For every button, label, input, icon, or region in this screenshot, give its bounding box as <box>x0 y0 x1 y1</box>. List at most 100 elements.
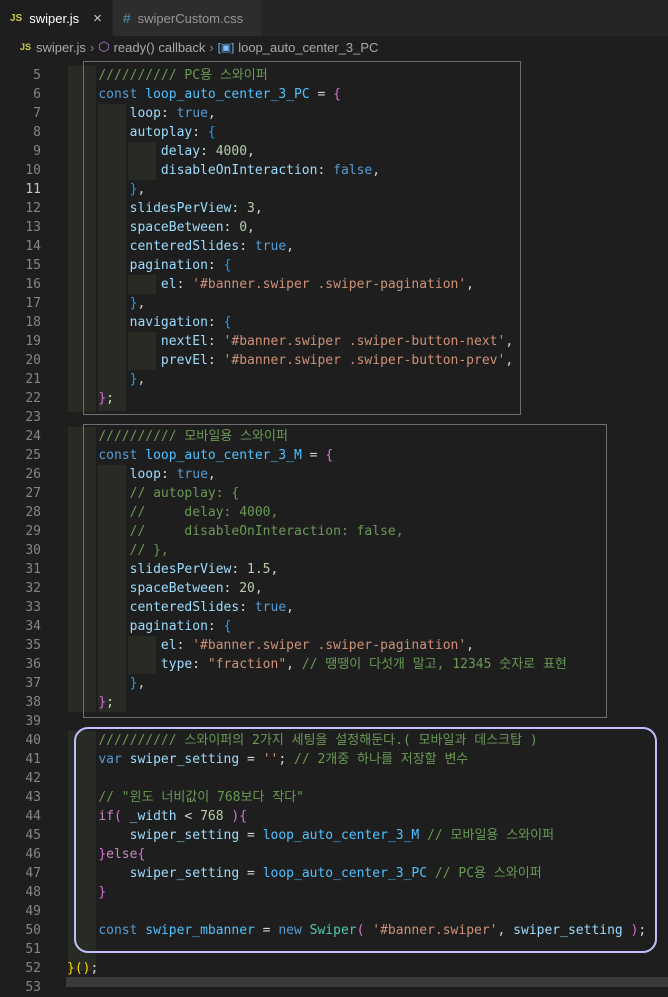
breadcrumb-function[interactable]: ready() callback <box>114 40 206 55</box>
code-line[interactable]: slidesPerView: 3, <box>67 199 668 218</box>
line-number: 20 <box>25 353 41 368</box>
code-line[interactable]: if( _width < 768 ){ <box>67 807 668 826</box>
code-line[interactable]: const loop_auto_center_3_PC = { <box>67 85 668 104</box>
line-number: 24 <box>25 429 41 444</box>
line-number: 50 <box>25 923 41 938</box>
code-line[interactable]: // }, <box>67 541 668 560</box>
tab-swipercustom-css[interactable]: # swiperCustom.css <box>112 0 263 36</box>
code-line[interactable]: // disableOnInteraction: false, <box>67 522 668 541</box>
code-line[interactable]: delay: 4000, <box>67 142 668 161</box>
line-number: 31 <box>25 562 41 577</box>
breadcrumb-symbol[interactable]: loop_auto_center_3_PC <box>238 40 378 55</box>
code-line[interactable]: ////////// 모바일용 스와이퍼 <box>67 427 668 446</box>
code-token: '#banner.swiper .swiper-button-next' <box>223 334 506 349</box>
code-line[interactable]: }else{ <box>67 845 668 864</box>
code-line[interactable]: pagination: { <box>67 617 668 636</box>
code-line[interactable]: el: '#banner.swiper .swiper-pagination', <box>67 636 668 655</box>
code-line[interactable]: loop: true, <box>67 465 668 484</box>
code-line[interactable] <box>67 902 668 921</box>
code-line[interactable]: swiper_setting = loop_auto_center_3_M //… <box>67 826 668 845</box>
code-token: : <box>207 619 224 634</box>
chevron-right-icon: › <box>209 39 214 55</box>
code-line[interactable]: }; <box>67 389 668 408</box>
code-line[interactable] <box>67 712 668 731</box>
code-token: , <box>137 372 146 387</box>
code-token: , <box>207 467 216 482</box>
code-line[interactable]: pagination: { <box>67 256 668 275</box>
close-icon[interactable]: × <box>93 10 102 27</box>
code-line[interactable]: centeredSlides: true, <box>67 237 668 256</box>
code-line[interactable]: ////////// PC용 스와이퍼 <box>67 66 668 85</box>
code-token: : <box>192 125 208 140</box>
code-token: { <box>223 258 232 273</box>
code-line[interactable]: // "윈도 너비값이 768보다 작다" <box>67 788 668 807</box>
code-token: { <box>137 847 146 862</box>
code-line[interactable]: }, <box>67 370 668 389</box>
code-editor[interactable]: 5 6 7 8 9 10 11 12 13 14 15 16 17 18 19 20 21 22 23 24 25 26 2… <box>0 61 668 995</box>
code-line[interactable] <box>67 408 668 427</box>
code-lines[interactable]: ////////// PC용 스와이퍼 const loop_auto_cent… <box>67 66 668 997</box>
code-token: _width <box>129 809 177 824</box>
code-line[interactable]: const swiper_mbanner = new Swiper( '#ban… <box>67 921 668 940</box>
line-number: 17 <box>25 296 41 311</box>
line-number: 53 <box>25 980 41 995</box>
code-line[interactable] <box>67 940 668 959</box>
code-line[interactable]: disableOnInteraction: false, <box>67 161 668 180</box>
tab-swiper-js[interactable]: JS swiper.js × <box>0 0 113 36</box>
code-line[interactable]: autoplay: { <box>67 123 668 142</box>
code-line[interactable]: swiper_setting = loop_auto_center_3_PC /… <box>67 864 668 883</box>
code-token: 3 <box>247 201 255 216</box>
code-line[interactable]: // delay: 4000, <box>67 503 668 522</box>
code-line[interactable]: spaceBetween: 20, <box>67 579 668 598</box>
code-line[interactable]: }, <box>67 674 668 693</box>
line-number: 40 <box>25 733 41 748</box>
code-line[interactable]: }, <box>67 180 668 199</box>
code-token: : <box>239 600 255 615</box>
code-line[interactable]: navigation: { <box>67 313 668 332</box>
code-line[interactable]: el: '#banner.swiper .swiper-pagination', <box>67 275 668 294</box>
code-token: { <box>239 809 248 824</box>
code-token: // autoplay: { <box>129 486 240 501</box>
line-number: 49 <box>25 904 41 919</box>
code-token: ; <box>106 391 114 406</box>
line-number: 48 <box>25 885 41 900</box>
code-line[interactable]: centeredSlides: true, <box>67 598 668 617</box>
breadcrumb-file[interactable]: swiper.js <box>36 40 86 55</box>
code-token: , <box>254 201 263 216</box>
code-line[interactable]: // autoplay: { <box>67 484 668 503</box>
code-line[interactable]: }, <box>67 294 668 313</box>
code-token: if <box>98 809 114 824</box>
horizontal-scrollbar[interactable] <box>66 977 668 987</box>
code-token: // disableOnInteraction: false, <box>129 524 404 539</box>
code-line[interactable]: }(); <box>67 959 668 978</box>
code-line[interactable]: ////////// 스와이퍼의 2가지 세팅을 설정해둔다.( 모바일과 데스… <box>67 731 668 750</box>
code-line[interactable]: type: "fraction", // 땡땡이 다섯개 말고, 12345 숫… <box>67 655 668 674</box>
line-number: 32 <box>25 581 41 596</box>
code-token: // 2개중 하나를 저장할 변수 <box>294 752 469 767</box>
code-token: : <box>231 562 248 577</box>
code-line[interactable]: } <box>67 883 668 902</box>
code-line[interactable]: loop: true, <box>67 104 668 123</box>
code-line[interactable]: var swiper_setting = ''; // 2개중 하나를 저장할 … <box>67 750 668 769</box>
line-number-gutter[interactable]: 5 6 7 8 9 10 11 12 13 14 15 16 17 18 19 20 21 22 23 24 25 26 2… <box>0 66 66 997</box>
code-token: { <box>207 125 216 140</box>
code-token: loop <box>129 467 161 482</box>
code-line[interactable]: const loop_auto_center_3_M = { <box>67 446 668 465</box>
tab-label: swiperCustom.css <box>137 10 244 26</box>
code-line[interactable]: nextEl: '#banner.swiper .swiper-button-n… <box>67 332 668 351</box>
code-token: loop_auto_center_3_M <box>145 448 302 463</box>
code-line[interactable]: prevEl: '#banner.swiper .swiper-button-p… <box>67 351 668 370</box>
code-line[interactable] <box>67 769 668 788</box>
code-line[interactable]: }; <box>67 693 668 712</box>
code-line[interactable]: slidesPerView: 1.5, <box>67 560 668 579</box>
code-token: type <box>160 657 193 672</box>
code-line[interactable]: spaceBetween: 0, <box>67 218 668 237</box>
line-number: 46 <box>25 847 41 862</box>
